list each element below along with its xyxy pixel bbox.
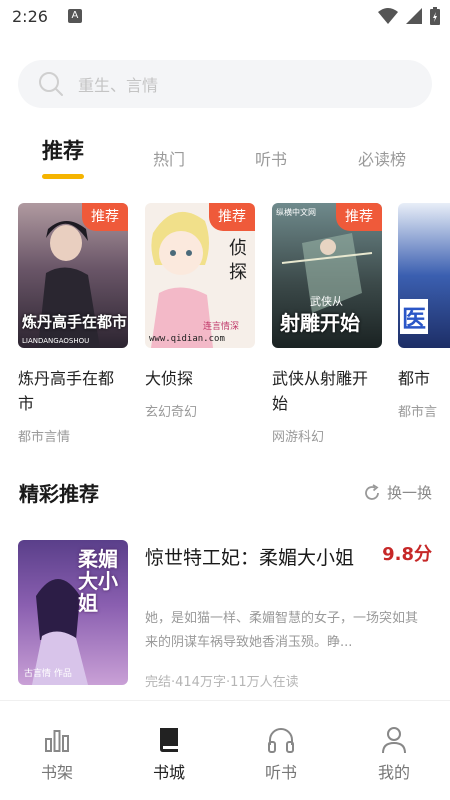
status-time: 2:26 [12,6,48,26]
headphones-icon [268,728,294,753]
status-bar: 2:26 A [0,0,450,32]
wifi-icon [378,8,398,24]
cover-subtitle: LIANDANGAOSHOU [22,337,90,345]
recommended-books: 炼丹高手在都市 LIANDANGAOSHOU 推荐 炼丹高手在都市 都市言情 侦… [0,203,450,453]
refresh-button[interactable]: 换一换 [363,482,432,503]
featured-book-cover[interactable]: 柔媚大小姐 古言情 作品 [18,540,128,685]
book-title: 都市 [398,369,431,388]
book-card[interactable]: 医 都市 都市言 [398,203,450,420]
cover-author: 古言情 作品 [24,669,72,679]
refresh-label: 换一换 [386,484,432,502]
tab-recommend[interactable]: 推荐 [42,135,84,165]
cover-title: 医 [400,299,428,334]
section-title: 精彩推荐 [19,482,99,506]
cover-subtitle: www.qidian.com [149,334,225,344]
featured-description: 她，是如猫一样、柔媚智慧的女子，一场突如其来的阴谋车祸导致她香消玉殒。睁... [145,611,419,650]
cover-title: 柔媚大小姐 [78,547,118,615]
cover-title: 射雕开始 [280,311,360,335]
nav-bookshelf[interactable]: 书架 [17,725,97,783]
recommend-badge: 推荐 [82,203,128,231]
book-title: 武侠从射雕开始 [272,369,369,413]
book-genre: 都市言情 [18,430,71,445]
featured-stats: 完结·414万字·11万人在读 [145,675,299,689]
cover-title: 炼丹高手在都市 [22,313,128,331]
status-icons [378,7,440,25]
search-placeholder: 重生、言情 [78,76,159,95]
cover-small-text: 连言情深 [203,322,240,332]
nav-label: 听书 [264,763,297,782]
book-cover: 纵横中文网 武侠从 射雕开始 推荐 [272,203,382,348]
refresh-icon [365,483,379,500]
book-genre: 玄幻奇幻 [145,405,198,420]
bar-chart-icon [45,730,69,752]
cover-title: 侦探 [229,238,247,283]
tab-audiobook[interactable]: 听书 [255,146,287,170]
search-bar[interactable]: 重生、言情 [18,60,432,108]
search-icon [39,72,63,96]
nav-label: 书架 [40,763,73,782]
book-genre: 网游科幻 [272,430,325,445]
nav-audiobook[interactable]: 听书 [241,725,321,783]
battery-icon [430,7,440,25]
bottom-navigation: 书架 书城 听书 我的 [0,700,450,800]
book-card[interactable]: 侦探 连言情深 www.qidian.com 推荐 大侦探 玄幻奇幻 [145,203,255,420]
tab-hot[interactable]: 热门 [153,146,185,170]
notification-icon: A [67,9,82,23]
nav-profile[interactable]: 我的 [354,725,434,783]
nav-bookstore[interactable]: 书城 [129,725,209,783]
book-genre: 都市言 [398,405,438,420]
recommend-badge: 推荐 [336,203,382,231]
nav-label: 我的 [377,763,410,782]
recommend-badge: 推荐 [209,203,255,231]
category-tabs: 推荐 热门 听书 必读榜 [0,138,450,182]
book-card[interactable]: 炼丹高手在都市 LIANDANGAOSHOU 推荐 炼丹高手在都市 都市言情 [18,203,128,445]
nav-label: 书城 [152,763,185,782]
book-cover: 侦探 连言情深 www.qidian.com 推荐 [145,203,255,348]
book-card[interactable]: 纵横中文网 武侠从 射雕开始 推荐 武侠从射雕开始 网游科幻 [272,203,382,445]
book-title: 炼丹高手在都市 [18,369,115,413]
rating-score: 9.8分 [382,544,432,565]
active-tab-indicator [42,174,84,179]
book-title: 大侦探 [145,369,194,388]
person-icon [382,727,406,754]
book-cover: 医 [398,203,450,348]
book-cover: 炼丹高手在都市 LIANDANGAOSHOU 推荐 [18,203,128,348]
cover-brand: 纵横中文网 [276,208,316,217]
featured-book-title[interactable]: 惊世特工妃：柔媚大小姐 [145,543,365,573]
book-icon [160,728,178,752]
signal-icon [406,8,422,24]
tab-must-read[interactable]: 必读榜 [358,146,406,170]
